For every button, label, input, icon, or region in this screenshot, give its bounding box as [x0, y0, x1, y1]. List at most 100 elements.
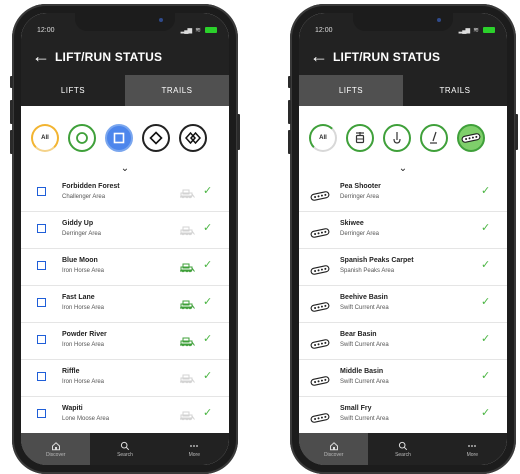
open-check-icon: ✓: [203, 259, 213, 271]
chevron-down-icon[interactable]: ⌄: [299, 163, 507, 174]
blue-square-icon: [37, 224, 46, 233]
area-name: Derringer Area: [62, 231, 102, 237]
lift-name: Pea Shooter: [340, 183, 381, 190]
filter-all-label: All: [41, 135, 49, 141]
tab-bar: LIFTS TRAILS: [299, 75, 507, 106]
tab-trails[interactable]: TRAILS: [125, 75, 229, 106]
area-name: Iron Horse Area: [62, 342, 105, 348]
tab-lifts[interactable]: LIFTS: [299, 75, 403, 106]
bottom-nav: Discover Search More: [21, 433, 229, 465]
carpet-icon: [310, 336, 330, 354]
difficulty-filters: All: [21, 121, 229, 155]
lift-row[interactable]: Small Fry Swift Current Area ✓: [299, 397, 507, 434]
nav-label: More: [466, 451, 479, 458]
filter-carpet[interactable]: [457, 124, 485, 152]
trail-row[interactable]: Powder River Iron Horse Area ✓: [21, 323, 229, 360]
lift-row[interactable]: Beehive Basin Swift Current Area ✓: [299, 286, 507, 323]
filter-chairlift[interactable]: [383, 124, 411, 152]
status-icons: ▂▄▆ ≋: [181, 26, 217, 34]
nav-more[interactable]: More: [160, 433, 229, 465]
tab-lifts[interactable]: LIFTS: [21, 75, 125, 106]
trail-name: Blue Moon: [62, 257, 98, 264]
lift-row[interactable]: Pea Shooter Derringer Area ✓: [299, 175, 507, 212]
filter-gondola[interactable]: [346, 124, 374, 152]
filter-all[interactable]: All: [309, 124, 337, 152]
lift-name: Bear Basin: [340, 331, 377, 338]
surface-lift-icon: [427, 131, 441, 145]
filter-blue-square[interactable]: [105, 124, 133, 152]
lift-name: Skiwee: [340, 220, 364, 227]
right-phone: 12:00 ▂▄▆ ≋ ← LIFT/RUN STATUS LIFTS TRAI…: [288, 4, 518, 474]
lift-name: Spanish Peaks Carpet: [340, 257, 414, 264]
bottom-nav: Discover Search More: [299, 433, 507, 465]
area-name: Lone Moose Area: [62, 416, 110, 422]
double-black-diamond-icon: [185, 131, 201, 145]
header-bar: 12:00 ▂▄▆ ≋ ← LIFT/RUN STATUS LIFTS TRAI…: [299, 13, 507, 106]
battery-icon: [205, 27, 217, 33]
filter-all[interactable]: All: [31, 124, 59, 152]
black-diamond-icon: [149, 131, 163, 145]
open-check-icon: ✓: [203, 370, 213, 382]
blue-square-icon: [112, 131, 126, 145]
chevron-down-icon[interactable]: ⌄: [21, 163, 229, 174]
nav-more[interactable]: More: [438, 433, 507, 465]
trail-row[interactable]: Blue Moon Iron Horse Area ✓: [21, 249, 229, 286]
lift-row[interactable]: Spanish Peaks Carpet Spanish Peaks Area ✓: [299, 249, 507, 286]
nav-search[interactable]: Search: [90, 433, 159, 465]
lift-name: Middle Basin: [340, 368, 384, 375]
filter-surface-lift[interactable]: [420, 124, 448, 152]
blue-square-icon: [37, 298, 46, 307]
blue-square-icon: [37, 409, 46, 418]
back-arrow-icon[interactable]: ←: [32, 47, 50, 65]
status-icons: ▂▄▆ ≋: [459, 26, 495, 34]
groomer-icon: [179, 260, 195, 278]
header-bar: 12:00 ▂▄▆ ≋ ← LIFT/RUN STATUS LIFTS TRAI…: [21, 13, 229, 106]
open-check-icon: ✓: [481, 407, 491, 419]
notch: [75, 13, 175, 31]
lift-row[interactable]: Skiwee Derringer Area ✓: [299, 212, 507, 249]
filter-double-black-diamond[interactable]: [179, 124, 207, 152]
carpet-icon: [310, 188, 330, 206]
trail-row[interactable]: Giddy Up Derringer Area ✓: [21, 212, 229, 249]
wifi-icon: ≋: [473, 27, 479, 34]
chairlift-icon: [390, 131, 404, 145]
home-icon: [51, 441, 61, 452]
trail-row[interactable]: Wapiti Lone Moose Area ✓: [21, 397, 229, 434]
status-time: 12:00: [37, 27, 55, 34]
open-check-icon: ✓: [203, 185, 213, 197]
open-check-icon: ✓: [481, 259, 491, 271]
groomer-icon: [179, 371, 195, 389]
filter-all-label: All: [319, 135, 327, 141]
filter-green-circle[interactable]: [68, 124, 96, 152]
trail-name: Forbidden Forest: [62, 183, 120, 190]
gondola-icon: [353, 131, 367, 145]
trail-name: Powder River: [62, 331, 107, 338]
lift-type-filters: All: [299, 121, 507, 155]
filter-black-diamond[interactable]: [142, 124, 170, 152]
trail-name: Riffle: [62, 368, 80, 375]
page-title: LIFT/RUN STATUS: [333, 50, 441, 64]
nav-home[interactable]: Discover: [299, 433, 369, 465]
trail-row[interactable]: Fast Lane Iron Horse Area ✓: [21, 286, 229, 323]
lift-row[interactable]: Bear Basin Swift Current Area ✓: [299, 323, 507, 360]
lift-name: Beehive Basin: [340, 294, 388, 301]
nav-home[interactable]: Discover: [21, 433, 91, 465]
area-name: Derringer Area: [340, 231, 380, 237]
nav-search[interactable]: Search: [368, 433, 437, 465]
tab-bar: LIFTS TRAILS: [21, 75, 229, 106]
open-check-icon: ✓: [203, 296, 213, 308]
nav-label: Discover: [323, 451, 344, 458]
blue-square-icon: [37, 261, 46, 270]
lift-row[interactable]: Middle Basin Swift Current Area ✓: [299, 360, 507, 397]
carpet-icon: [310, 410, 330, 428]
trail-row[interactable]: Forbidden Forest Challenger Area ✓: [21, 175, 229, 212]
trails-screen: 12:00 ▂▄▆ ≋ ← LIFT/RUN STATUS LIFTS TRAI…: [21, 13, 229, 465]
search-icon: [398, 441, 408, 452]
groomer-icon: [179, 408, 195, 426]
carpet-icon: [310, 373, 330, 391]
area-name: Spanish Peaks Area: [340, 268, 395, 274]
left-phone: 12:00 ▂▄▆ ≋ ← LIFT/RUN STATUS LIFTS TRAI…: [10, 4, 240, 474]
tab-trails[interactable]: TRAILS: [403, 75, 507, 106]
trail-row[interactable]: Riffle Iron Horse Area ✓: [21, 360, 229, 397]
back-arrow-icon[interactable]: ←: [310, 47, 328, 65]
